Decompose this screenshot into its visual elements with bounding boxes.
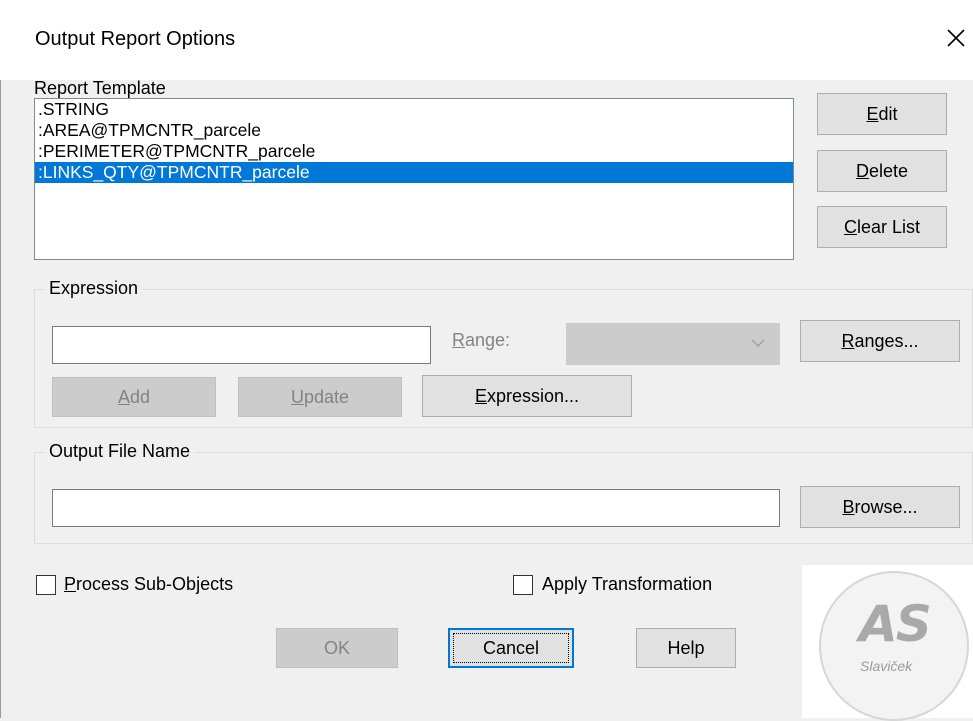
focus-rectangle: [453, 633, 569, 663]
expression-group-title: Expression: [44, 278, 144, 299]
watermark-logo: AS Slaviček: [802, 565, 973, 721]
title-bar: Output Report Options: [0, 0, 973, 80]
apply-transformation-label[interactable]: Apply Transformation: [542, 574, 712, 595]
browse-label: rowse...: [854, 497, 918, 517]
delete-label: elete: [868, 161, 909, 181]
help-button[interactable]: Help: [636, 628, 736, 668]
ranges-mnemonic: R: [841, 331, 855, 351]
expression-button[interactable]: Expression...: [422, 375, 632, 417]
list-item[interactable]: :AREA@TPMCNTR_parcele: [35, 120, 793, 141]
chevron-down-icon: [751, 339, 765, 348]
add-label: dd: [129, 387, 151, 407]
ranges-label: anges...: [854, 331, 919, 351]
close-button[interactable]: [940, 18, 973, 58]
ok-label: OK: [323, 638, 350, 658]
process-sub-objects-text: rocess Sub-Objects: [76, 574, 234, 594]
clear-list-mnemonic: C: [843, 217, 857, 237]
output-file-group-title: Output File Name: [44, 441, 196, 462]
range-select[interactable]: [566, 323, 780, 365]
report-template-list[interactable]: .STRING:AREA@TPMCNTR_parcele:PERIMETER@T…: [34, 98, 794, 260]
update-button[interactable]: Update: [238, 377, 402, 417]
add-mnemonic: A: [117, 387, 130, 407]
clear-list-label: lear List: [856, 217, 921, 237]
range-mnemonic: R: [452, 330, 465, 350]
output-report-options-dialog: Output Report Options Report Template .S…: [0, 0, 973, 721]
expression-button-label: xpression...: [486, 386, 580, 406]
report-template-label: Report Template: [34, 78, 166, 98]
list-item[interactable]: :LINKS_QTY@TPMCNTR_parcele: [35, 162, 793, 183]
process-sub-objects-checkbox[interactable]: [36, 575, 56, 595]
help-label: Help: [667, 638, 705, 658]
watermark-as-text: AS: [859, 595, 932, 653]
edit-label: dit: [878, 104, 898, 124]
update-mnemonic: U: [290, 387, 304, 407]
output-file-input[interactable]: [52, 489, 780, 527]
browse-button[interactable]: Browse...: [800, 486, 960, 528]
list-item[interactable]: .STRING: [35, 99, 793, 120]
range-label: Range:: [452, 330, 510, 351]
delete-mnemonic: D: [855, 161, 869, 181]
expression-mnemonic: E: [474, 386, 487, 406]
watermark-name: Slaviček: [860, 658, 913, 674]
ranges-button[interactable]: Ranges...: [800, 320, 960, 362]
process-sub-objects-label[interactable]: Process Sub-Objects: [64, 574, 233, 595]
delete-button[interactable]: Delete: [817, 150, 947, 192]
edit-button[interactable]: Edit: [817, 93, 947, 135]
edit-mnemonic: E: [866, 104, 879, 124]
add-button[interactable]: Add: [52, 377, 216, 417]
browse-mnemonic: B: [842, 497, 855, 517]
update-label: pdate: [303, 387, 350, 407]
expression-input[interactable]: [52, 326, 431, 364]
process-sub-objects-mnemonic: P: [64, 574, 77, 594]
dialog-title: Output Report Options: [35, 28, 236, 50]
window-border: [0, 80, 1, 718]
ok-button[interactable]: OK: [276, 628, 398, 668]
apply-transformation-checkbox[interactable]: [513, 575, 533, 595]
close-icon: [947, 29, 965, 47]
clear-list-button[interactable]: Clear List: [817, 206, 947, 248]
cancel-button[interactable]: Cancel: [448, 628, 574, 668]
range-label-text: ange:: [465, 330, 511, 350]
list-item[interactable]: :PERIMETER@TPMCNTR_parcele: [35, 141, 793, 162]
